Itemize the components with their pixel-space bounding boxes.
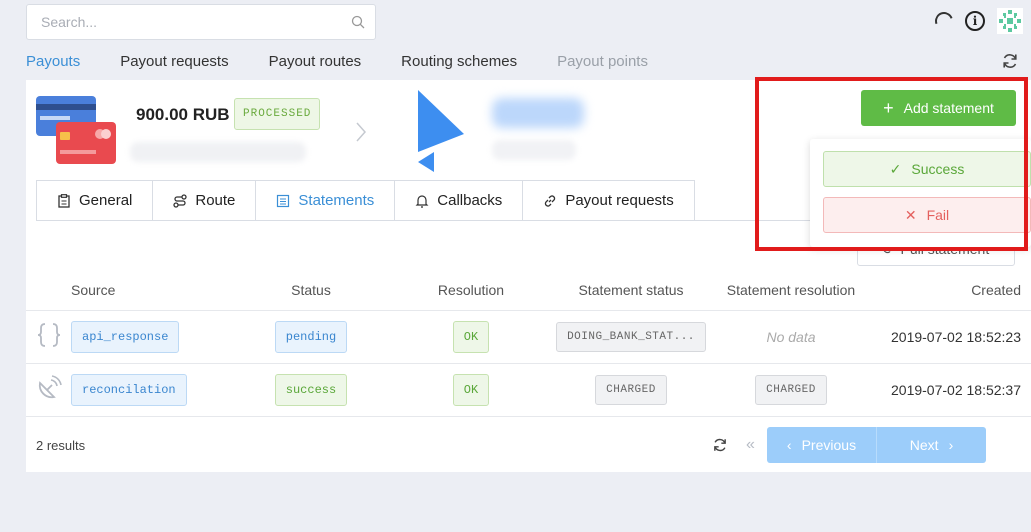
status-cell: success xyxy=(231,363,391,417)
tab-general-label: General xyxy=(79,192,133,209)
next-label: Next xyxy=(909,437,939,453)
add-statement-dropdown: ✓ Success ✕ Fail xyxy=(810,139,1031,247)
previous-label: Previous xyxy=(801,437,857,453)
satellite-dish-icon xyxy=(38,375,62,399)
tab-route[interactable]: Route xyxy=(152,180,257,221)
row-icon-cell xyxy=(26,363,71,417)
clipboard-icon xyxy=(58,193,70,208)
link-icon xyxy=(545,194,556,207)
close-icon: ✕ xyxy=(904,206,917,223)
no-data-text: No data xyxy=(766,328,816,345)
fail-label: Fail xyxy=(926,207,950,223)
add-statement-label: Add statement xyxy=(903,100,994,116)
table-row[interactable]: reconcilation success OK CHARGED CHARGED… xyxy=(26,363,1031,417)
avatar[interactable] xyxy=(997,8,1023,34)
statement-status-cell: DOING_BANK_STAT... xyxy=(551,310,711,364)
status-tag: success xyxy=(274,373,348,406)
chevron-right-small-icon: › xyxy=(948,437,954,453)
blurred-card-number xyxy=(130,142,306,162)
success-label: Success xyxy=(911,161,965,177)
blurred-provider-name xyxy=(492,98,584,128)
source-cell: api_response xyxy=(71,310,231,364)
source-tag: reconcilation xyxy=(71,373,187,406)
tab-statements-label: Statements xyxy=(298,192,375,209)
search-icon xyxy=(351,15,365,29)
check-icon: ✓ xyxy=(889,160,902,177)
header-statement-status: Statement status xyxy=(551,270,711,311)
first-page-icon[interactable]: « xyxy=(746,436,755,454)
tab-statements[interactable]: Statements xyxy=(255,180,396,221)
row-icon-cell xyxy=(26,310,71,364)
header-source: Source xyxy=(71,270,231,311)
plus-icon: + xyxy=(883,98,894,118)
resolution-tag: OK xyxy=(452,320,490,353)
resolution-cell: OK xyxy=(391,363,551,417)
tab-payout-requests-detail[interactable]: Payout requests xyxy=(522,180,695,221)
status-tag: pending xyxy=(274,320,348,353)
statement-resolution-cell: No data xyxy=(711,310,871,364)
top-right-toolbar: i xyxy=(932,8,1023,34)
tab-callbacks-label: Callbacks xyxy=(437,192,503,209)
statement-status-tag: CHARGED xyxy=(595,374,667,405)
tab-payout-requests-label: Payout requests xyxy=(565,192,674,209)
table-header-row: Source Status Resolution Statement statu… xyxy=(26,270,1031,311)
source-cell: reconcilation xyxy=(71,363,231,417)
statement-resolution-cell: CHARGED xyxy=(711,363,871,417)
list-icon xyxy=(277,194,290,207)
search-input[interactable] xyxy=(27,5,375,39)
resolution-cell: OK xyxy=(391,310,551,364)
resolution-tag: OK xyxy=(452,373,490,406)
status-badge: PROCESSED xyxy=(234,98,321,130)
main-tabs: Payouts Payout requests Payout routes Ro… xyxy=(26,44,648,82)
chevron-left-icon: ‹ xyxy=(786,437,792,453)
route-icon xyxy=(173,193,188,208)
status-cell: pending xyxy=(231,310,391,364)
chevron-right-icon xyxy=(356,122,367,142)
pagination: ‹ Previous Next › xyxy=(767,427,986,463)
tab-routing-schemes[interactable]: Routing schemes xyxy=(401,44,517,82)
header-statement-resolution: Statement resolution xyxy=(711,270,871,311)
next-button[interactable]: Next › xyxy=(877,427,986,463)
payout-amount: 900.00 RUB xyxy=(136,105,230,124)
results-count: 2 results xyxy=(36,438,86,453)
loading-spinner-icon xyxy=(932,9,956,33)
dropdown-success-option[interactable]: ✓ Success xyxy=(823,151,1031,187)
tab-payout-requests[interactable]: Payout requests xyxy=(120,44,228,82)
header-resolution: Resolution xyxy=(391,270,551,311)
header-icon-col xyxy=(26,270,71,311)
dropdown-fail-option[interactable]: ✕ Fail xyxy=(823,197,1031,233)
statement-status-tag: DOING_BANK_STAT... xyxy=(556,321,706,352)
table-row[interactable]: api_response pending OK DOING_BANK_STAT.… xyxy=(26,310,1031,364)
tab-payouts[interactable]: Payouts xyxy=(26,44,81,82)
provider-logo xyxy=(418,90,464,172)
previous-button[interactable]: ‹ Previous xyxy=(767,427,877,463)
tab-payout-points[interactable]: Payout points xyxy=(557,44,648,82)
info-icon[interactable]: i xyxy=(965,11,985,31)
tab-general[interactable]: General xyxy=(36,180,154,221)
statement-resolution-tag: CHARGED xyxy=(755,374,827,405)
add-statement-button[interactable]: + Add statement xyxy=(861,90,1016,126)
code-braces-icon xyxy=(37,323,60,347)
created-cell: 2019-07-02 18:52:23 xyxy=(871,310,1031,364)
created-cell: 2019-07-02 18:52:37 xyxy=(871,363,1031,417)
refresh-icon[interactable] xyxy=(1001,52,1019,70)
header-created: Created xyxy=(871,270,1031,311)
source-tag: api_response xyxy=(71,320,180,353)
tab-route-label: Route xyxy=(195,192,236,209)
detail-tabs: General Route Statements Callbacks Payou… xyxy=(36,180,695,221)
search-box[interactable] xyxy=(26,4,376,40)
bank-cards-icon xyxy=(36,96,116,164)
tab-payout-routes[interactable]: Payout routes xyxy=(269,44,362,82)
bell-icon xyxy=(415,194,429,208)
header-status: Status xyxy=(231,270,391,311)
statement-status-cell: CHARGED xyxy=(551,363,711,417)
blurred-provider-detail xyxy=(492,140,576,160)
statements-table: Source Status Resolution Statement statu… xyxy=(26,270,1031,417)
refresh-icon[interactable] xyxy=(712,437,728,453)
tab-callbacks[interactable]: Callbacks xyxy=(394,180,524,221)
